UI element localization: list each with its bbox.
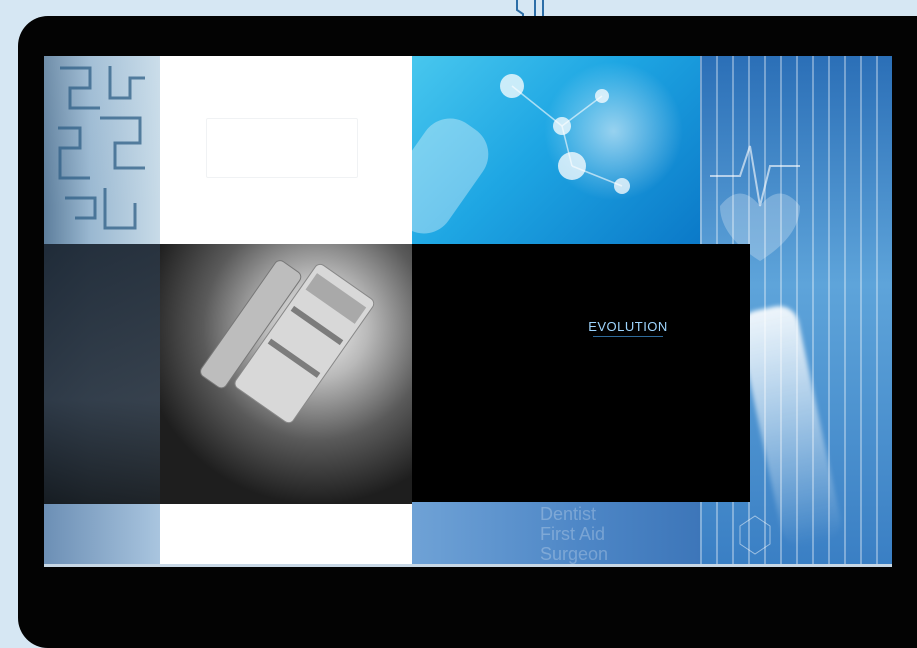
maze-image <box>44 56 160 564</box>
video-screen[interactable]: Dentist First Aid Surgeon EVOLUTION <box>44 56 892 564</box>
placeholder-box <box>206 118 358 178</box>
faint-label: First Aid <box>540 524 606 544</box>
white-card-bottom <box>160 504 412 564</box>
dark-overlay <box>44 244 160 504</box>
faint-label: Surgeon <box>540 544 609 564</box>
white-card <box>160 56 412 244</box>
microscope-graphic <box>200 260 375 424</box>
molecule-image <box>412 56 700 244</box>
maze-pattern <box>58 66 145 230</box>
map-image <box>44 504 160 564</box>
microscope-image <box>160 244 412 504</box>
evolution-logo: EVOLUTION <box>568 319 688 337</box>
logo-text: EVOLUTION <box>588 319 668 334</box>
video-black-area <box>412 244 750 502</box>
screen-bottom-edge <box>44 564 892 567</box>
logo-underline <box>593 336 663 337</box>
molecule-graphic <box>412 74 630 234</box>
medical-text-strip: Dentist First Aid Surgeon <box>412 502 700 564</box>
faint-label: Dentist <box>540 504 597 524</box>
